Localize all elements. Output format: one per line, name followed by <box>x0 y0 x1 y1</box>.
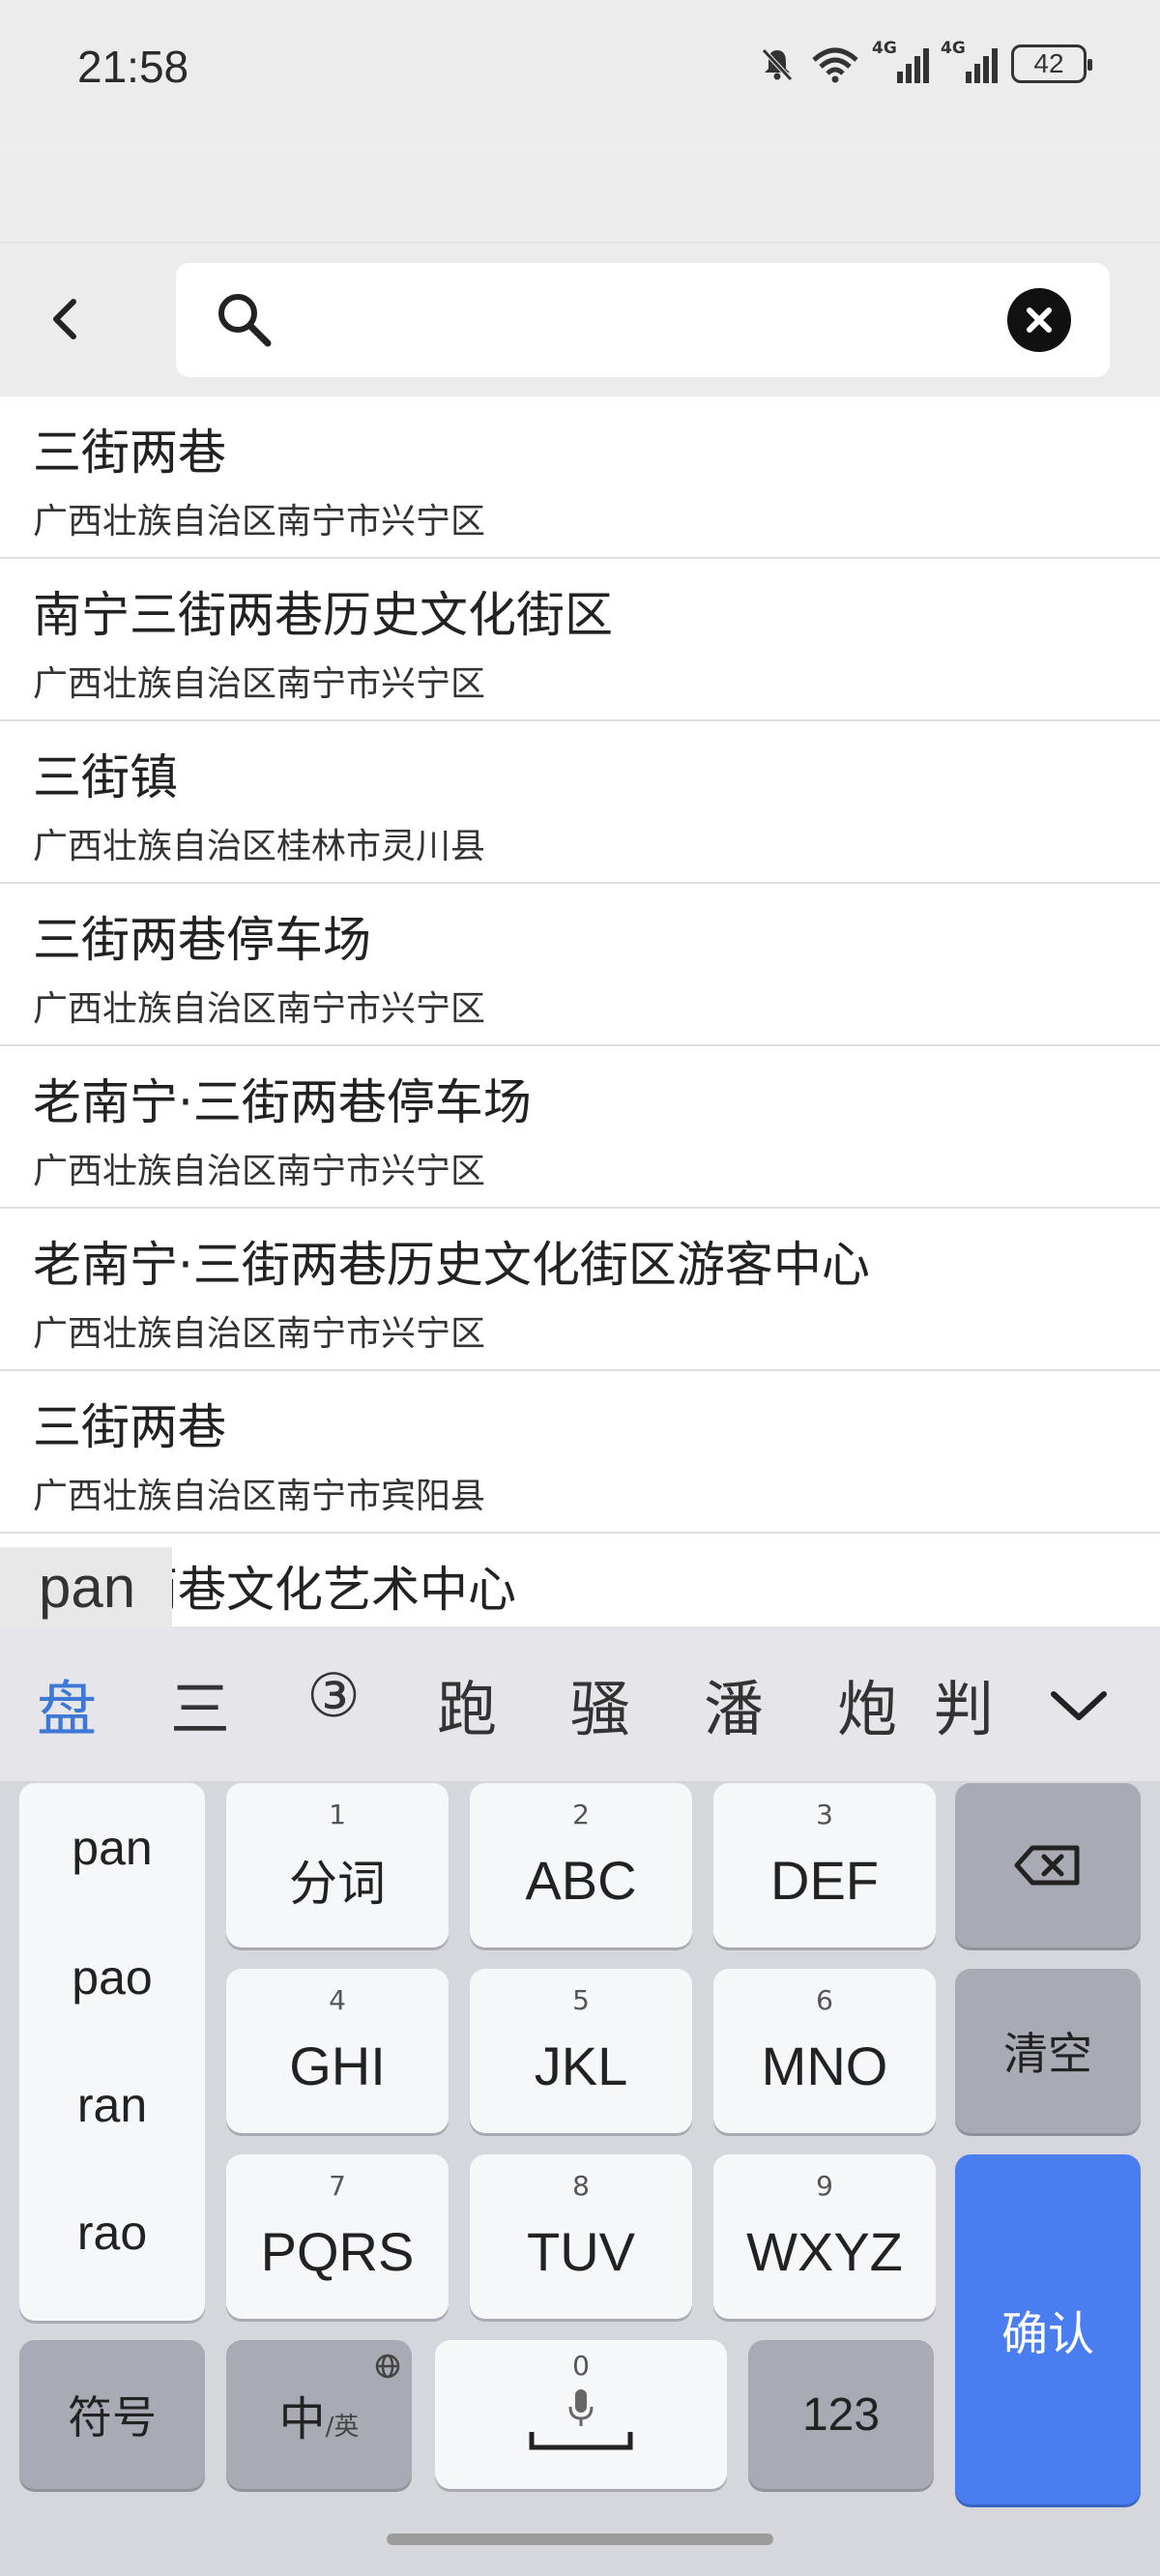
chevron-down-icon <box>1051 1691 1107 1720</box>
result-item[interactable]: 三街镇 广西壮族自治区桂林市灵川县 <box>0 721 1160 884</box>
result-item[interactable]: 三街两巷 广西壮族自治区南宁市宾阳县 <box>0 1371 1160 1534</box>
result-address: 广西壮族自治区南宁市兴宁区 <box>33 1314 486 1354</box>
clear-key[interactable]: 清空 <box>955 1969 1141 2133</box>
result-item[interactable]: 三街两巷文化艺术中心 <box>0 1534 1160 1626</box>
cell-signal-1-icon: 4G <box>872 39 929 83</box>
candidate[interactable]: 跑 <box>400 1660 534 1747</box>
cell-signal-2-icon: 4G <box>941 39 998 83</box>
key-6[interactable]: 6 MNO <box>713 1969 936 2133</box>
ime-keyboard: pan pao ran rao 1 分词 2 ABC 3 DEF 4 GHI 5… <box>0 1781 1160 2576</box>
key-1[interactable]: 1 分词 <box>226 1783 449 1947</box>
candidate[interactable]: 骚 <box>534 1660 667 1747</box>
close-icon <box>1027 307 1052 333</box>
composing-text: pan <box>0 1547 172 1628</box>
pinyin-option[interactable]: pao <box>19 1949 205 2005</box>
space-bar-icon <box>529 2432 633 2450</box>
status-bar: 21:58 4G 4G 42 <box>0 0 1160 143</box>
backspace-icon <box>1014 1845 1080 1886</box>
pinyin-option[interactable]: pan <box>19 1820 205 1876</box>
search-header <box>0 242 1160 396</box>
result-title: 老南宁·三街两巷停车场 <box>33 1074 532 1130</box>
result-address: 广西壮族自治区桂林市灵川县 <box>33 827 486 866</box>
pinyin-option[interactable]: ran <box>19 2077 205 2133</box>
result-item[interactable]: 老南宁·三街两巷历史文化街区游客中心 广西壮族自治区南宁市兴宁区 <box>0 1209 1160 1371</box>
results-list: 三街两巷 广西壮族自治区南宁市兴宁区 南宁三街两巷历史文化街区 广西壮族自治区南… <box>0 396 1160 1626</box>
mute-bell-icon <box>762 48 793 81</box>
result-address: 广西壮族自治区南宁市兴宁区 <box>33 989 486 1029</box>
result-title: 三街两巷停车场 <box>33 912 371 968</box>
back-button[interactable] <box>37 290 95 348</box>
globe-icon <box>375 2354 400 2379</box>
candidate[interactable]: ③ <box>267 1660 400 1747</box>
key-5[interactable]: 5 JKL <box>470 1969 692 2133</box>
search-input[interactable] <box>282 282 1017 358</box>
result-title: 老南宁·三街两巷历史文化街区游客中心 <box>33 1237 870 1293</box>
microphone-icon <box>568 2389 594 2426</box>
number-key[interactable]: 123 <box>748 2340 934 2489</box>
chevron-left-icon <box>53 299 76 339</box>
key-3[interactable]: 3 DEF <box>713 1783 936 1947</box>
status-time: 21:58 <box>77 42 189 92</box>
key-2[interactable]: 2 ABC <box>470 1783 692 1947</box>
key-4[interactable]: 4 GHI <box>226 1969 449 2133</box>
candidate[interactable]: 盘 <box>0 1660 133 1747</box>
result-item[interactable]: 三街两巷 广西壮族自治区南宁市兴宁区 <box>0 396 1160 559</box>
symbol-key[interactable]: 符号 <box>19 2340 205 2489</box>
result-item[interactable]: 南宁三街两巷历史文化街区 广西壮族自治区南宁市兴宁区 <box>0 559 1160 721</box>
result-title: 三街两巷 <box>33 424 226 481</box>
candidate[interactable]: 三 <box>133 1660 267 1747</box>
result-address: 广西壮族自治区南宁市兴宁区 <box>33 664 486 704</box>
space-key[interactable]: 0 <box>435 2340 727 2489</box>
result-title: 三街两巷 <box>33 1399 226 1455</box>
result-address: 广西壮族自治区南宁市兴宁区 <box>33 502 486 542</box>
status-icons: 4G 4G 42 <box>758 39 1092 83</box>
candidate[interactable]: 潘 <box>667 1660 800 1747</box>
candidate[interactable]: 判 <box>934 1660 992 1747</box>
wifi-icon <box>812 47 858 83</box>
language-switch-key[interactable]: 中 /英 <box>226 2340 412 2489</box>
key-7[interactable]: 7 PQRS <box>226 2154 449 2319</box>
pinyin-option[interactable]: rao <box>19 2205 205 2261</box>
expand-candidates-button[interactable] <box>1048 1675 1110 1737</box>
key-8[interactable]: 8 TUV <box>470 2154 692 2319</box>
result-address: 广西壮族自治区南宁市兴宁区 <box>33 1152 486 1191</box>
confirm-key[interactable]: 确认 <box>955 2154 1141 2504</box>
result-title: 南宁三街两巷历史文化街区 <box>33 587 613 643</box>
battery-icon: 42 <box>1011 44 1092 83</box>
result-title: 三街镇 <box>33 749 178 805</box>
candidate[interactable]: 炮 <box>800 1660 934 1747</box>
result-item[interactable]: 三街两巷停车场 广西壮族自治区南宁市兴宁区 <box>0 884 1160 1046</box>
search-icon <box>218 294 272 347</box>
home-indicator[interactable] <box>387 2533 773 2545</box>
clear-search-button[interactable] <box>1007 288 1071 352</box>
key-9[interactable]: 9 WXYZ <box>713 2154 936 2319</box>
pinyin-options: pan pao ran rao <box>19 1783 205 2321</box>
search-box[interactable] <box>176 263 1110 377</box>
candidate-bar: 盘 三 ③ 跑 骚 潘 炮 判 <box>0 1626 1160 1781</box>
backspace-key[interactable] <box>955 1783 1141 1947</box>
result-item[interactable]: 老南宁·三街两巷停车场 广西壮族自治区南宁市兴宁区 <box>0 1046 1160 1209</box>
result-address: 广西壮族自治区南宁市宾阳县 <box>33 1477 486 1516</box>
